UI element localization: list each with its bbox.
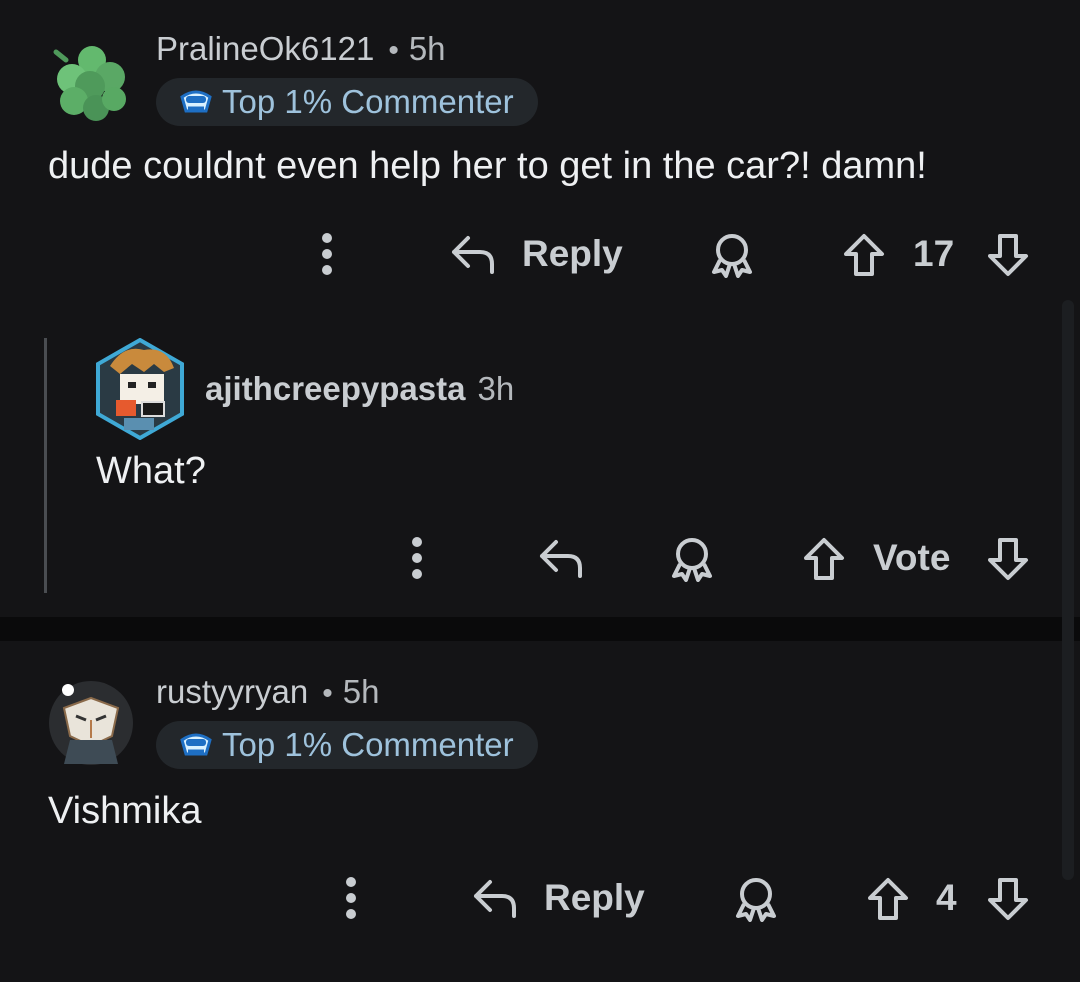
reply-button[interactable]: Reply	[472, 876, 645, 920]
more-options-button[interactable]	[316, 232, 338, 276]
username[interactable]: PralineOk6121	[156, 30, 374, 68]
commenter-badge[interactable]: Top 1% Commenter	[156, 78, 538, 126]
award-icon	[672, 538, 712, 582]
reply-label: Reply	[522, 233, 623, 274]
timestamp: 5h	[408, 30, 446, 67]
upvote-arrow-icon	[804, 538, 844, 580]
vote-count: 17	[913, 233, 955, 274]
more-vertical-icon	[412, 537, 422, 579]
award-button[interactable]	[670, 536, 714, 582]
commenter-badge-icon	[178, 85, 214, 120]
more-options-button[interactable]	[340, 876, 362, 920]
upvote-button[interactable]	[802, 536, 846, 582]
avatar[interactable]	[48, 680, 134, 766]
award-icon	[712, 234, 752, 278]
avatar[interactable]	[94, 337, 186, 441]
downvote-button[interactable]	[986, 536, 1030, 582]
reply-button[interactable]: Reply	[450, 232, 623, 276]
avatar-character-image	[96, 337, 184, 441]
vote-label: Vote	[873, 537, 951, 578]
comment-body: dude couldnt even help her to get in the…	[48, 145, 927, 187]
reply-label: Reply	[544, 877, 645, 918]
reply-arrow-icon	[540, 540, 582, 578]
avatar-masked-character-image	[49, 681, 133, 765]
separator-dot: •	[322, 677, 333, 710]
timestamp: 5h	[342, 673, 380, 710]
upvote-arrow-icon	[868, 878, 908, 920]
more-vertical-icon	[346, 877, 356, 919]
reply-button[interactable]	[538, 536, 584, 580]
downvote-button[interactable]	[986, 876, 1030, 922]
downvote-arrow-icon	[988, 538, 1028, 580]
username[interactable]: rustyyryan	[156, 673, 308, 711]
comment-body: What?	[96, 450, 206, 492]
downvote-arrow-icon	[988, 878, 1028, 920]
upvote-arrow-icon	[844, 234, 884, 276]
separator-dot: •	[388, 34, 399, 67]
comment-divider	[0, 617, 1080, 641]
reply-arrow-icon	[452, 236, 494, 274]
scrollbar[interactable]	[1062, 300, 1074, 880]
commenter-badge-icon	[178, 728, 214, 763]
username[interactable]: ajithcreepypasta	[205, 370, 465, 408]
upvote-button[interactable]	[866, 876, 910, 922]
more-vertical-icon	[322, 233, 332, 275]
commenter-badge[interactable]: Top 1% Commenter	[156, 721, 538, 769]
downvote-arrow-icon	[988, 234, 1028, 276]
award-button[interactable]	[734, 876, 778, 922]
reply-arrow-icon	[474, 880, 516, 918]
avatar-clover-image	[53, 46, 126, 121]
more-options-button[interactable]	[406, 536, 428, 580]
award-icon	[736, 878, 776, 922]
comment-body: Vishmika	[48, 790, 202, 832]
award-button[interactable]	[710, 232, 754, 278]
thread-line[interactable]	[44, 338, 47, 593]
upvote-button[interactable]	[842, 232, 886, 278]
badge-label: Top 1% Commenter	[222, 83, 514, 120]
avatar[interactable]	[48, 46, 132, 124]
vote-count: 4	[936, 877, 957, 918]
badge-label: Top 1% Commenter	[222, 726, 514, 763]
timestamp: 3h	[477, 370, 515, 407]
downvote-button[interactable]	[986, 232, 1030, 278]
